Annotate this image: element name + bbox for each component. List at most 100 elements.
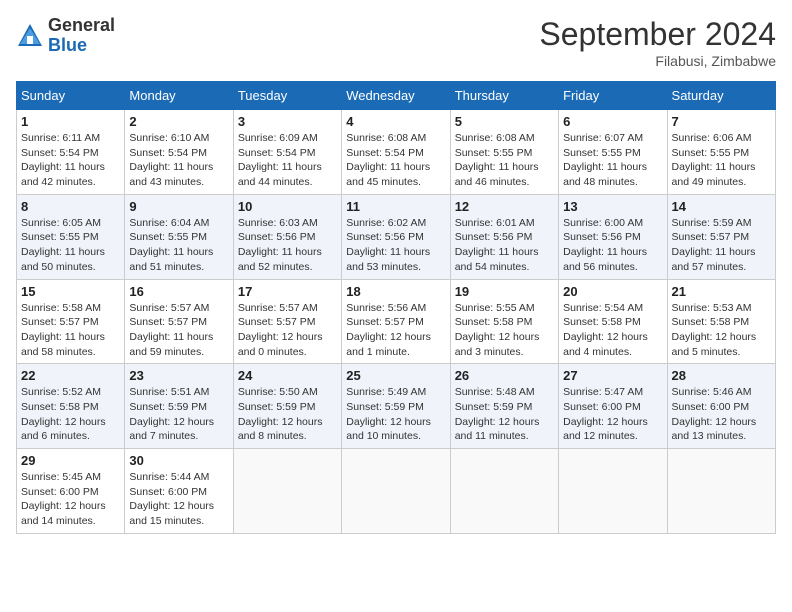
calendar-cell: 7 Sunrise: 6:06 AM Sunset: 5:55 PM Daylig… xyxy=(667,110,775,195)
day-number: 29 xyxy=(21,453,120,468)
calendar-cell xyxy=(342,449,450,534)
day-info: Sunrise: 6:08 AM Sunset: 5:54 PM Dayligh… xyxy=(346,131,445,190)
day-info: Sunrise: 5:53 AM Sunset: 5:58 PM Dayligh… xyxy=(672,301,771,360)
calendar-cell: 6 Sunrise: 6:07 AM Sunset: 5:55 PM Daylig… xyxy=(559,110,667,195)
day-number: 27 xyxy=(563,368,662,383)
calendar-cell: 14 Sunrise: 5:59 AM Sunset: 5:57 PM Dayli… xyxy=(667,194,775,279)
calendar-cell: 24 Sunrise: 5:50 AM Sunset: 5:59 PM Dayli… xyxy=(233,364,341,449)
calendar-cell: 28Sunrise: 5:46 AM Sunset: 6:00 PM Dayli… xyxy=(667,364,775,449)
calendar-body: 1 Sunrise: 6:11 AM Sunset: 5:54 PM Daylig… xyxy=(17,110,776,534)
calendar-cell: 16 Sunrise: 5:57 AM Sunset: 5:57 PM Dayli… xyxy=(125,279,233,364)
day-info: Sunrise: 5:56 AM Sunset: 5:57 PM Dayligh… xyxy=(346,301,445,360)
day-number: 24 xyxy=(238,368,337,383)
day-number: 20 xyxy=(563,284,662,299)
day-number: 14 xyxy=(672,199,771,214)
column-header-tuesday: Tuesday xyxy=(233,82,341,110)
day-number: 2 xyxy=(129,114,228,129)
day-info: Sunrise: 5:55 AM Sunset: 5:58 PM Dayligh… xyxy=(455,301,554,360)
column-header-friday: Friday xyxy=(559,82,667,110)
day-number: 16 xyxy=(129,284,228,299)
calendar-cell: 27 Sunrise: 5:47 AM Sunset: 6:00 PM Dayli… xyxy=(559,364,667,449)
day-info: Sunrise: 5:54 AM Sunset: 5:58 PM Dayligh… xyxy=(563,301,662,360)
calendar-table: SundayMondayTuesdayWednesdayThursdayFrid… xyxy=(16,81,776,534)
day-number: 26 xyxy=(455,368,554,383)
day-info: Sunrise: 6:06 AM Sunset: 5:55 PM Dayligh… xyxy=(672,131,771,190)
calendar-week-5: 29 Sunrise: 5:45 AM Sunset: 6:00 PM Dayli… xyxy=(17,449,776,534)
calendar-cell: 1 Sunrise: 6:11 AM Sunset: 5:54 PM Daylig… xyxy=(17,110,125,195)
page-header: General Blue September 2024 Filabusi, Zi… xyxy=(16,16,776,69)
calendar-cell: 30Sunrise: 5:44 AM Sunset: 6:00 PM Dayli… xyxy=(125,449,233,534)
column-header-sunday: Sunday xyxy=(17,82,125,110)
day-info: Sunrise: 5:50 AM Sunset: 5:59 PM Dayligh… xyxy=(238,385,337,444)
calendar-cell: 3 Sunrise: 6:09 AM Sunset: 5:54 PM Daylig… xyxy=(233,110,341,195)
day-number: 13 xyxy=(563,199,662,214)
calendar-week-1: 1 Sunrise: 6:11 AM Sunset: 5:54 PM Daylig… xyxy=(17,110,776,195)
day-number: 7 xyxy=(672,114,771,129)
day-number: 6 xyxy=(563,114,662,129)
title-block: September 2024 Filabusi, Zimbabwe xyxy=(539,16,776,69)
calendar-cell: 12 Sunrise: 6:01 AM Sunset: 5:56 PM Dayli… xyxy=(450,194,558,279)
day-info: Sunrise: 6:09 AM Sunset: 5:54 PM Dayligh… xyxy=(238,131,337,190)
calendar-cell: 19 Sunrise: 5:55 AM Sunset: 5:58 PM Dayli… xyxy=(450,279,558,364)
day-info: Sunrise: 5:51 AM Sunset: 5:59 PM Dayligh… xyxy=(129,385,228,444)
location: Filabusi, Zimbabwe xyxy=(539,53,776,69)
calendar-cell: 22 Sunrise: 5:52 AM Sunset: 5:58 PM Dayli… xyxy=(17,364,125,449)
day-number: 18 xyxy=(346,284,445,299)
day-info: Sunrise: 6:08 AM Sunset: 5:55 PM Dayligh… xyxy=(455,131,554,190)
calendar-cell: 9 Sunrise: 6:04 AM Sunset: 5:55 PM Daylig… xyxy=(125,194,233,279)
day-info: Sunrise: 6:02 AM Sunset: 5:56 PM Dayligh… xyxy=(346,216,445,275)
day-info: Sunrise: 6:05 AM Sunset: 5:55 PM Dayligh… xyxy=(21,216,120,275)
day-info: Sunrise: 5:52 AM Sunset: 5:58 PM Dayligh… xyxy=(21,385,120,444)
calendar-cell xyxy=(559,449,667,534)
day-info: Sunrise: 5:57 AM Sunset: 5:57 PM Dayligh… xyxy=(129,301,228,360)
day-number: 22 xyxy=(21,368,120,383)
calendar-cell: 29 Sunrise: 5:45 AM Sunset: 6:00 PM Dayli… xyxy=(17,449,125,534)
calendar-cell: 8 Sunrise: 6:05 AM Sunset: 5:55 PM Daylig… xyxy=(17,194,125,279)
calendar-cell: 4Sunrise: 6:08 AM Sunset: 5:54 PM Daylig… xyxy=(342,110,450,195)
day-number: 3 xyxy=(238,114,337,129)
day-info: Sunrise: 6:10 AM Sunset: 5:54 PM Dayligh… xyxy=(129,131,228,190)
column-header-thursday: Thursday xyxy=(450,82,558,110)
day-info: Sunrise: 6:03 AM Sunset: 5:56 PM Dayligh… xyxy=(238,216,337,275)
day-info: Sunrise: 6:01 AM Sunset: 5:56 PM Dayligh… xyxy=(455,216,554,275)
calendar-cell: 15 Sunrise: 5:58 AM Sunset: 5:57 PM Dayli… xyxy=(17,279,125,364)
day-number: 28 xyxy=(672,368,771,383)
logo-text: General Blue xyxy=(48,16,115,56)
day-info: Sunrise: 6:07 AM Sunset: 5:55 PM Dayligh… xyxy=(563,131,662,190)
calendar-cell xyxy=(450,449,558,534)
logo-icon xyxy=(16,22,44,50)
calendar-cell: 10 Sunrise: 6:03 AM Sunset: 5:56 PM Dayli… xyxy=(233,194,341,279)
day-number: 30 xyxy=(129,453,228,468)
day-number: 1 xyxy=(21,114,120,129)
day-number: 5 xyxy=(455,114,554,129)
day-info: Sunrise: 5:59 AM Sunset: 5:57 PM Dayligh… xyxy=(672,216,771,275)
calendar-header-row: SundayMondayTuesdayWednesdayThursdayFrid… xyxy=(17,82,776,110)
calendar-cell: 13Sunrise: 6:00 AM Sunset: 5:56 PM Dayli… xyxy=(559,194,667,279)
calendar-week-3: 15 Sunrise: 5:58 AM Sunset: 5:57 PM Dayli… xyxy=(17,279,776,364)
day-number: 12 xyxy=(455,199,554,214)
day-info: Sunrise: 5:45 AM Sunset: 6:00 PM Dayligh… xyxy=(21,470,120,529)
day-info: Sunrise: 5:58 AM Sunset: 5:57 PM Dayligh… xyxy=(21,301,120,360)
day-number: 9 xyxy=(129,199,228,214)
calendar-cell: 20 Sunrise: 5:54 AM Sunset: 5:58 PM Dayli… xyxy=(559,279,667,364)
day-number: 10 xyxy=(238,199,337,214)
calendar-cell: 5 Sunrise: 6:08 AM Sunset: 5:55 PM Daylig… xyxy=(450,110,558,195)
calendar-cell: 26Sunrise: 5:48 AM Sunset: 5:59 PM Dayli… xyxy=(450,364,558,449)
day-info: Sunrise: 5:47 AM Sunset: 6:00 PM Dayligh… xyxy=(563,385,662,444)
day-number: 17 xyxy=(238,284,337,299)
day-number: 15 xyxy=(21,284,120,299)
day-info: Sunrise: 6:11 AM Sunset: 5:54 PM Dayligh… xyxy=(21,131,120,190)
calendar-cell: 17 Sunrise: 5:57 AM Sunset: 5:57 PM Dayli… xyxy=(233,279,341,364)
calendar-cell xyxy=(667,449,775,534)
calendar-cell: 21Sunrise: 5:53 AM Sunset: 5:58 PM Dayli… xyxy=(667,279,775,364)
day-info: Sunrise: 6:04 AM Sunset: 5:55 PM Dayligh… xyxy=(129,216,228,275)
month-year: September 2024 xyxy=(539,16,776,53)
calendar-cell: 11Sunrise: 6:02 AM Sunset: 5:56 PM Dayli… xyxy=(342,194,450,279)
column-header-monday: Monday xyxy=(125,82,233,110)
day-info: Sunrise: 5:57 AM Sunset: 5:57 PM Dayligh… xyxy=(238,301,337,360)
day-number: 19 xyxy=(455,284,554,299)
day-info: Sunrise: 5:49 AM Sunset: 5:59 PM Dayligh… xyxy=(346,385,445,444)
day-number: 8 xyxy=(21,199,120,214)
column-header-wednesday: Wednesday xyxy=(342,82,450,110)
day-number: 23 xyxy=(129,368,228,383)
